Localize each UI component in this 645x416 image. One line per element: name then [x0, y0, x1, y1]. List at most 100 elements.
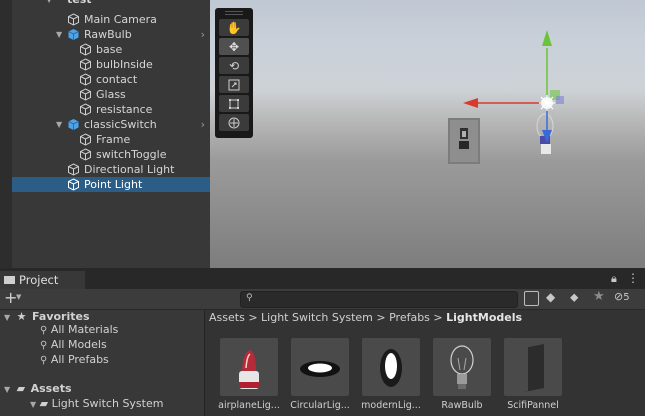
- gameobject-icon: [68, 178, 79, 191]
- scene-view[interactable]: [210, 0, 645, 268]
- classic-switch-object[interactable]: [448, 118, 480, 164]
- scene-root-label: test: [67, 0, 92, 7]
- chevron-right-icon: >: [248, 311, 262, 324]
- chevron-right-icon[interactable]: ›: [201, 117, 205, 132]
- breadcrumb-item[interactable]: Light Switch System: [261, 311, 373, 324]
- favorite-item-label: All Materials: [50, 323, 119, 336]
- move-tool-button[interactable]: ✥: [219, 38, 249, 55]
- hierarchy-item-base[interactable]: base: [12, 42, 210, 57]
- asset-thumbnail-airplane-light[interactable]: [220, 338, 278, 396]
- asset-thumbnail-scifipannel[interactable]: [504, 338, 562, 396]
- scene-tool-palette: ✋ ✥ ⟲: [215, 8, 253, 138]
- favorite-item-all-prefabs[interactable]: ⚲ All Prefabs: [40, 353, 109, 366]
- hierarchy-item-label: Point Light: [84, 178, 143, 191]
- breadcrumb-item-current[interactable]: LightModels: [446, 311, 522, 324]
- rect-tool-button[interactable]: [219, 95, 249, 112]
- hierarchy-item-frame[interactable]: Frame: [12, 132, 210, 147]
- scale-tool-button[interactable]: [219, 76, 249, 93]
- hierarchy-item-main-camera[interactable]: Main Camera: [12, 12, 210, 27]
- filter-by-label-icon[interactable]: ◆: [546, 290, 555, 304]
- transform-tool-button[interactable]: [219, 114, 249, 131]
- expand-arrow-icon[interactable]: ▼: [56, 117, 62, 132]
- panel-menu-icon[interactable]: ⋮: [627, 271, 639, 285]
- hierarchy-item-directional-light[interactable]: Directional Light: [12, 162, 210, 177]
- project-folder-tree: ▼ ★ Favorites ⚲ All Materials ⚲ All Mode…: [0, 310, 204, 416]
- hierarchy-item-rawbulb[interactable]: ▼ RawBulb ›: [12, 27, 210, 42]
- hierarchy-item-label: Directional Light: [84, 163, 175, 176]
- gameobject-icon: [68, 163, 79, 176]
- hierarchy-item-contact[interactable]: contact: [12, 72, 210, 87]
- hierarchy-item-switchtoggle[interactable]: switchToggle: [12, 147, 210, 162]
- search-input[interactable]: ⚲: [240, 291, 518, 308]
- breadcrumb: Assets > Light Switch System > Prefabs >…: [209, 311, 522, 324]
- folder-icon: [4, 276, 15, 284]
- hierarchy-item-bulbinside[interactable]: bulbInside: [12, 57, 210, 72]
- hierarchy-item-label: Main Camera: [84, 13, 157, 26]
- prefab-icon: [68, 29, 79, 40]
- hierarchy-item-label: base: [96, 43, 123, 56]
- assets-section[interactable]: ▼ ▰ Assets: [4, 382, 72, 395]
- asset-thumbnail-modern-light[interactable]: [362, 338, 420, 396]
- tag-icon[interactable]: ⬥: [570, 290, 578, 305]
- move-icon: ✥: [228, 39, 240, 54]
- asset-label[interactable]: airplaneLig...: [213, 400, 285, 411]
- hand-tool-button[interactable]: ✋: [219, 19, 249, 36]
- gameobject-icon: [80, 58, 91, 71]
- expand-arrow-icon[interactable]: ▼: [4, 313, 10, 322]
- hierarchy-scene-root[interactable]: ▼ test: [12, 0, 210, 7]
- rotate-icon: ⟲: [228, 58, 240, 73]
- hierarchy-item-classicswitch[interactable]: ▼ classicSwitch ›: [12, 117, 210, 132]
- filter-by-type-icon[interactable]: [524, 291, 539, 306]
- asset-thumbnail-circular-light[interactable]: [291, 338, 349, 396]
- expand-arrow-icon[interactable]: ▼: [46, 0, 52, 7]
- folder-item-light-switch-system[interactable]: ▼ ▰ Light Switch System: [30, 397, 163, 410]
- gameobject-icon: [80, 133, 91, 146]
- breadcrumb-item[interactable]: Prefabs: [389, 311, 430, 324]
- asset-label[interactable]: ScifiPannel: [497, 400, 569, 411]
- dropdown-arrow-icon[interactable]: ▼: [16, 293, 21, 301]
- rawbulb-preview: [450, 345, 474, 389]
- expand-arrow-icon[interactable]: ▼: [30, 400, 36, 409]
- rotate-tool-button[interactable]: ⟲: [219, 57, 249, 74]
- hierarchy-item-label: contact: [96, 73, 138, 86]
- gameobject-icon: [80, 103, 91, 116]
- hierarchy-item-label: Frame: [96, 133, 131, 146]
- modern-light-preview: [380, 349, 402, 387]
- favorite-item-label: All Prefabs: [50, 353, 109, 366]
- hierarchy-item-label: switchToggle: [96, 148, 167, 161]
- favorite-item-all-materials[interactable]: ⚲ All Materials: [40, 323, 118, 336]
- expand-arrow-icon[interactable]: ▼: [56, 27, 62, 42]
- favorite-item-label: All Models: [50, 338, 107, 351]
- hierarchy-item-glass[interactable]: Glass: [12, 87, 210, 102]
- breadcrumb-item[interactable]: Assets: [209, 311, 245, 324]
- chevron-right-icon: >: [433, 311, 447, 324]
- gameobject-icon: [80, 43, 91, 56]
- hierarchy-item-point-light[interactable]: Point Light: [12, 177, 210, 192]
- hierarchy-item-resistance[interactable]: resistance: [12, 102, 210, 117]
- folder-item-label: Light Switch System: [51, 397, 164, 410]
- asset-label[interactable]: CircularLig...: [284, 400, 356, 411]
- prefab-icon: [68, 119, 79, 130]
- chevron-right-icon[interactable]: ›: [201, 27, 205, 42]
- airplane-light-preview: [239, 350, 259, 389]
- favorite-item-all-models[interactable]: ⚲ All Models: [40, 338, 107, 351]
- asset-thumbnail-rawbulb[interactable]: [433, 338, 491, 396]
- search-icon: ⚲: [40, 340, 48, 351]
- project-tabbar: [0, 269, 645, 289]
- asset-label[interactable]: modernLig...: [355, 400, 427, 411]
- search-icon: ⚲: [246, 293, 253, 303]
- asset-label[interactable]: RawBulb: [426, 400, 498, 411]
- tab-project[interactable]: Project: [0, 271, 85, 289]
- tab-project-label: Project: [19, 273, 59, 287]
- scale-icon: [228, 79, 240, 90]
- star-icon[interactable]: ★: [593, 289, 605, 304]
- expand-arrow-icon[interactable]: ▼: [4, 385, 10, 394]
- chevron-right-icon: >: [376, 311, 390, 324]
- circular-light-preview: [300, 361, 340, 377]
- favorites-section[interactable]: ▼ ★ Favorites: [4, 310, 90, 323]
- hidden-packages-button[interactable]: ⊘5: [614, 290, 630, 303]
- star-icon: ★: [16, 310, 27, 323]
- eye-slash-icon: ⊘: [614, 290, 624, 303]
- scene-objects: [448, 30, 564, 164]
- lock-icon[interactable]: 🔒︎: [611, 272, 617, 286]
